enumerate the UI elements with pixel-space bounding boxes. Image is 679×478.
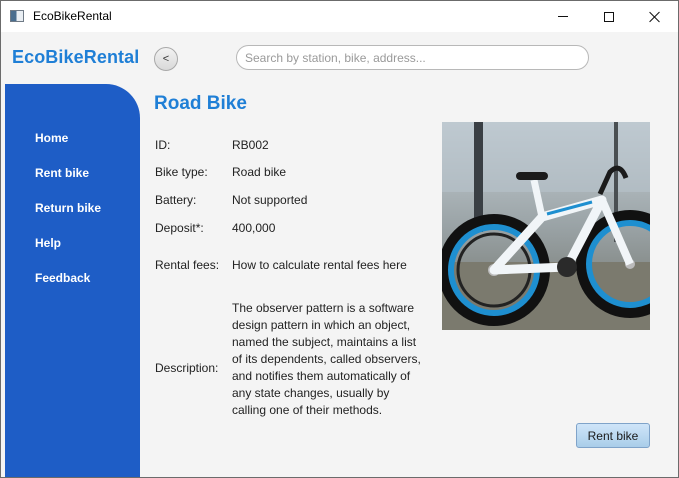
window-title: EcoBikeRental bbox=[33, 9, 112, 23]
app-window: EcoBikeRental EcoBikeRental < Home Rent … bbox=[0, 0, 679, 478]
sidebar-item-help[interactable]: Help bbox=[35, 236, 61, 250]
title-bar: EcoBikeRental bbox=[1, 1, 678, 32]
close-icon bbox=[649, 11, 661, 23]
description-value: The observer pattern is a software desig… bbox=[232, 301, 421, 417]
page-title: Road Bike bbox=[154, 93, 247, 114]
minimize-icon bbox=[558, 16, 568, 17]
maximize-icon bbox=[604, 11, 614, 22]
minimize-button[interactable] bbox=[540, 1, 586, 32]
road-bike-icon bbox=[442, 122, 650, 330]
sidebar-item-feedback[interactable]: Feedback bbox=[35, 271, 90, 285]
app-icon bbox=[10, 10, 24, 22]
battery-label: Battery: bbox=[155, 193, 197, 207]
bike-type-value: Road bike bbox=[232, 165, 287, 179]
battery-value: Not supported bbox=[232, 193, 308, 207]
deposit-value: 400,000 bbox=[232, 221, 276, 235]
search-input[interactable] bbox=[236, 45, 589, 70]
deposit-label: Deposit*: bbox=[155, 221, 204, 235]
sidebar: Home Rent bike Return bike Help Feedback bbox=[5, 84, 140, 477]
id-label: ID: bbox=[155, 138, 171, 152]
back-button[interactable]: < bbox=[154, 47, 178, 71]
app-brand: EcoBikeRental bbox=[12, 47, 140, 67]
sidebar-item-rent-bike[interactable]: Rent bike bbox=[35, 166, 89, 180]
maximize-button[interactable] bbox=[586, 1, 632, 32]
sidebar-item-return-bike[interactable]: Return bike bbox=[35, 201, 101, 215]
sidebar-item-home[interactable]: Home bbox=[35, 131, 68, 145]
rental-fees-label: Rental fees: bbox=[155, 258, 220, 272]
bike-type-label: Bike type: bbox=[155, 165, 208, 179]
id-value: RB002 bbox=[232, 138, 269, 152]
bike-image bbox=[442, 122, 650, 330]
description-label: Description: bbox=[155, 361, 219, 375]
rental-fees-value: How to calculate rental fees here bbox=[232, 258, 407, 272]
rent-bike-button[interactable]: Rent bike bbox=[576, 423, 650, 448]
close-button[interactable] bbox=[632, 1, 678, 32]
